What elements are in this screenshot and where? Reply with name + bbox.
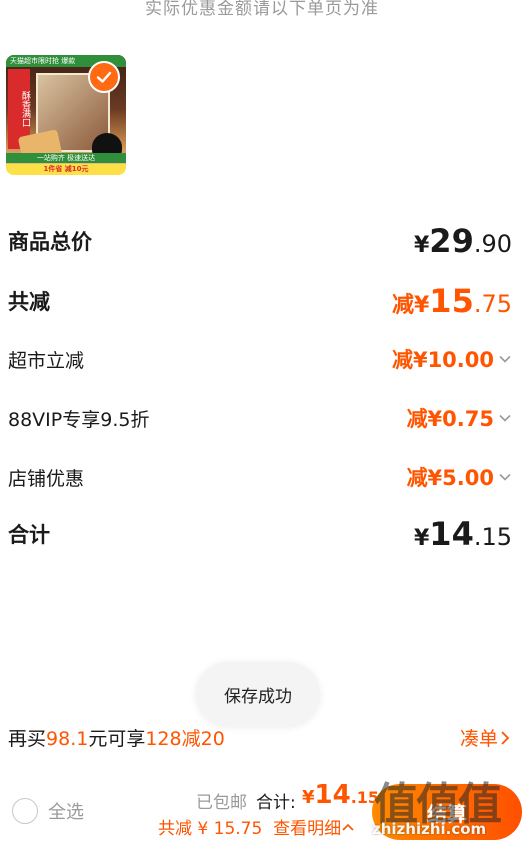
chevron-down-icon xyxy=(499,355,511,363)
footer-total-label: 合计: xyxy=(256,793,296,813)
discount-amount: 减¥0.75 xyxy=(407,403,512,433)
select-all-label[interactable]: 全选 xyxy=(48,798,84,824)
chevron-down-icon xyxy=(499,414,511,422)
chevron-right-icon xyxy=(501,730,510,745)
total-price-value: ¥29.90 xyxy=(413,222,512,260)
discount-row-supermarket[interactable]: 超市立减 减¥10.00 xyxy=(8,344,512,374)
discount-notice: 实际优惠金额请以下单页为准 xyxy=(145,0,379,19)
subtotal-row: 合计 ¥14.15 xyxy=(8,515,512,553)
checkout-button[interactable]: 结算 xyxy=(372,784,522,840)
checkout-bar: 全选 已包邮 合计: ¥14.15 共减 ¥ 15.75 查看明细 结算 xyxy=(0,772,524,850)
view-details-link[interactable]: 共减 ¥ 15.75 查看明细 xyxy=(158,814,355,839)
discount-label: 超市立减 xyxy=(8,349,85,372)
discount-row-88vip[interactable]: 88VIP专享9.5折 减¥0.75 xyxy=(8,403,512,433)
discount-amount: 减¥10.00 xyxy=(392,344,512,374)
chevron-down-icon xyxy=(499,473,511,481)
subtotal-label: 合计 xyxy=(8,523,50,547)
total-price-row: 商品总价 ¥29.90 xyxy=(8,222,512,260)
total-discount-row: 共减 减¥15.75 xyxy=(8,282,512,320)
save-success-toast: 保存成功 xyxy=(196,662,320,726)
discount-label: 88VIP专享9.5折 xyxy=(8,408,150,431)
add-items-link[interactable]: 凑单 xyxy=(460,724,512,751)
thumbnail-promo-band: 1件省 减10元 xyxy=(6,164,126,175)
total-discount-label: 共减 xyxy=(8,290,50,314)
total-price-label: 商品总价 xyxy=(8,230,92,254)
discount-label: 店铺优惠 xyxy=(8,467,85,490)
discount-row-store[interactable]: 店铺优惠 减¥5.00 xyxy=(8,462,512,492)
total-discount-value: 减¥15.75 xyxy=(391,282,512,320)
selected-check-icon[interactable] xyxy=(88,61,120,93)
subtotal-value: ¥14.15 xyxy=(413,515,512,553)
select-all-radio[interactable] xyxy=(12,798,38,824)
promo-message: 再买98.1元可享128减20 xyxy=(8,728,225,750)
discount-amount: 减¥5.00 xyxy=(407,462,512,492)
chevron-up-icon xyxy=(342,823,354,831)
thumbnail-band: 一站购齐 极速送达 xyxy=(6,153,126,163)
free-shipping-label: 已包邮 xyxy=(196,793,247,813)
footer-total-value: ¥14.15 xyxy=(302,780,380,810)
